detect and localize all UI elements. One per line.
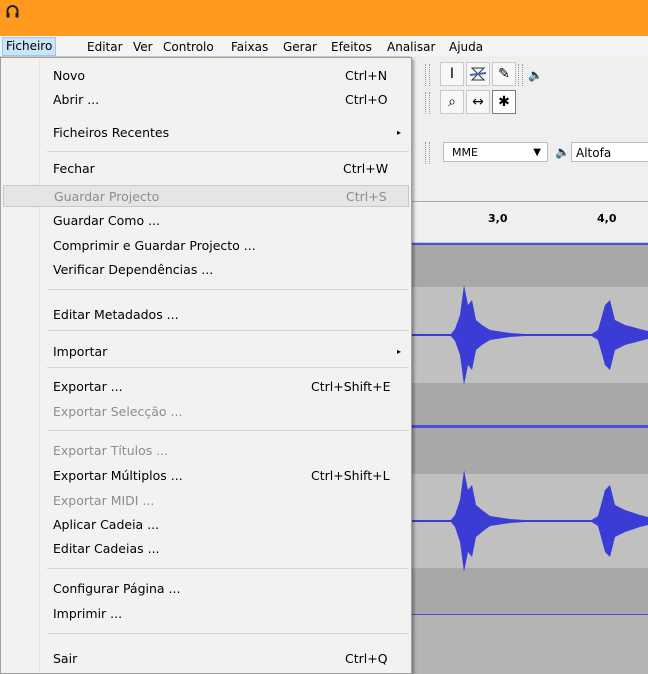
menu-item-label: Comprimir e Guardar Projecto ... [53, 238, 256, 253]
menu-item-shortcut: Ctrl+N [345, 68, 388, 83]
menu-item-label: Exportar ... [53, 379, 123, 394]
menu-item-label: Exportar MIDI ... [53, 493, 155, 508]
menu-item-label: Guardar Como ... [53, 213, 160, 228]
menu-separator [47, 633, 409, 634]
menu-item-label: Verificar Dependências ... [53, 262, 214, 277]
menu-item-shortcut: Ctrl+Shift+E [311, 379, 391, 394]
menu-item-exportar[interactable]: Exportar ... Ctrl+Shift+E [3, 376, 409, 398]
menu-item-importar[interactable]: Importar ▸ [3, 341, 409, 363]
ruler-tick: 3,0 [488, 212, 508, 225]
ibeam-icon[interactable]: I [440, 62, 464, 86]
menu-item-imprimir[interactable]: Imprimir ... [3, 603, 409, 625]
envelope-icon[interactable] [466, 62, 490, 86]
menu-item-configurar-pagina[interactable]: Configurar Página ... [3, 578, 409, 600]
menu-item-label: Ficheiros Recentes [53, 125, 170, 140]
menu-item-shortcut: Ctrl+Q [345, 651, 388, 666]
host-select[interactable]: MME ▼ [443, 142, 548, 162]
menu-separator [47, 367, 409, 368]
menu-separator [47, 568, 409, 569]
menu-item-label: Editar Cadeias ... [53, 541, 160, 556]
toolbar-grip[interactable] [518, 64, 523, 86]
menu-item-shortcut: Ctrl+S [346, 189, 387, 204]
menu-faixas[interactable]: Faixas [228, 39, 271, 55]
menu-item-exportar-midi[interactable]: Exportar MIDI ... [3, 490, 409, 512]
menu-item-label: Fechar [53, 161, 95, 176]
host-select-value: MME [452, 146, 478, 159]
audio-track-left[interactable] [410, 243, 648, 428]
menu-controlo[interactable]: Controlo [160, 39, 217, 55]
menu-item-ficheiros-recentes[interactable]: Ficheiros Recentes ▸ [3, 122, 409, 144]
toolbar-area: I ✎ 🔈 ⌕ ↔ ✱ [410, 56, 648, 201]
menu-separator [47, 151, 409, 152]
speaker-icon: 🔈 [528, 68, 543, 82]
menu-item-label: Exportar Selecção ... [53, 404, 183, 419]
menu-item-label: Configurar Página ... [53, 581, 181, 596]
menu-item-editar-metadados[interactable]: Editar Metadados ... [3, 304, 409, 326]
output-device-select[interactable]: Altofa [571, 142, 648, 162]
menu-item-novo[interactable]: Novo Ctrl+N [3, 65, 409, 87]
menu-item-label: Aplicar Cadeia ... [53, 517, 160, 532]
menu-editar[interactable]: Editar [84, 39, 126, 55]
menu-item-label: Abrir ... [53, 92, 100, 107]
pencil-icon[interactable]: ✎ [492, 62, 516, 86]
audio-track-right[interactable] [410, 426, 648, 617]
output-device-value: Altofa [576, 146, 612, 160]
title-bar [0, 0, 648, 36]
menu-bar: Ficheiro Editar Ver Controlo Faixas Gera… [0, 36, 648, 56]
menu-ajuda[interactable]: Ajuda [446, 39, 486, 55]
menu-item-aplicar-cadeia[interactable]: Aplicar Cadeia ... [3, 514, 409, 536]
menu-item-exportar-multiplos[interactable]: Exportar Múltiplos ... Ctrl+Shift+L [3, 465, 409, 487]
menu-item-fechar[interactable]: Fechar Ctrl+W [3, 158, 409, 180]
menu-item-guardar-como[interactable]: Guardar Como ... [3, 210, 409, 232]
waveform [410, 470, 648, 572]
submenu-arrow-icon: ▸ [397, 347, 402, 356]
menu-item-editar-cadeias[interactable]: Editar Cadeias ... [3, 538, 409, 560]
ruler-tick: 4,0 [597, 212, 617, 225]
menu-item-shortcut: Ctrl+W [343, 161, 389, 176]
toolbar-grip[interactable] [425, 92, 430, 114]
menu-item-exportar-seleccao[interactable]: Exportar Selecção ... [3, 401, 409, 423]
menu-item-exportar-titulos[interactable]: Exportar Títulos ... [3, 440, 409, 462]
audacity-headphones-icon [6, 5, 19, 18]
file-menu-dropdown: Novo Ctrl+N Abrir ... Ctrl+O Ficheiros R… [0, 57, 412, 674]
menu-item-verificar-dependencias[interactable]: Verificar Dependências ... [3, 259, 409, 281]
menu-analisar[interactable]: Analisar [384, 39, 438, 55]
menu-ficheiro[interactable]: Ficheiro [2, 37, 57, 56]
menu-item-guardar-projecto[interactable]: Guardar Projecto Ctrl+S [3, 185, 409, 207]
empty-track-area [410, 615, 648, 674]
menu-item-label: Guardar Projecto [54, 189, 160, 204]
menu-item-label: Exportar Múltiplos ... [53, 468, 183, 483]
menu-item-label: Exportar Títulos ... [53, 443, 169, 458]
menu-item-label: Editar Metadados ... [53, 307, 179, 322]
menu-separator [47, 330, 409, 331]
menu-item-sair[interactable]: Sair Ctrl+Q [3, 648, 409, 670]
zoom-icon[interactable]: ⌕ [440, 90, 464, 114]
menu-ver[interactable]: Ver [130, 39, 156, 55]
toolbar-grip[interactable] [425, 142, 430, 164]
timeline-ruler[interactable]: 3,0 4,0 [410, 201, 648, 242]
menu-gerar[interactable]: Gerar [280, 39, 320, 55]
chevron-down-icon: ▼ [533, 147, 541, 158]
menu-item-label: Imprimir ... [53, 606, 123, 621]
menu-item-label: Importar [53, 344, 108, 359]
menu-separator [47, 430, 409, 431]
menu-item-comprimir-guardar[interactable]: Comprimir e Guardar Projecto ... [3, 235, 409, 257]
menu-item-abrir[interactable]: Abrir ... Ctrl+O [3, 89, 409, 111]
menu-item-label: Novo [53, 68, 86, 83]
menu-item-shortcut: Ctrl+Shift+L [311, 468, 390, 483]
menu-efeitos[interactable]: Efeitos [328, 39, 375, 55]
multitool-icon[interactable]: ✱ [492, 90, 516, 114]
speaker-icon: 🔈 [555, 145, 570, 159]
toolbar-grip[interactable] [425, 64, 430, 86]
menu-item-shortcut: Ctrl+O [345, 92, 388, 107]
waveform [410, 285, 648, 385]
submenu-arrow-icon: ▸ [397, 128, 402, 137]
menu-separator [47, 289, 409, 290]
menu-item-label: Sair [53, 651, 78, 666]
timeshift-icon[interactable]: ↔ [466, 90, 490, 114]
